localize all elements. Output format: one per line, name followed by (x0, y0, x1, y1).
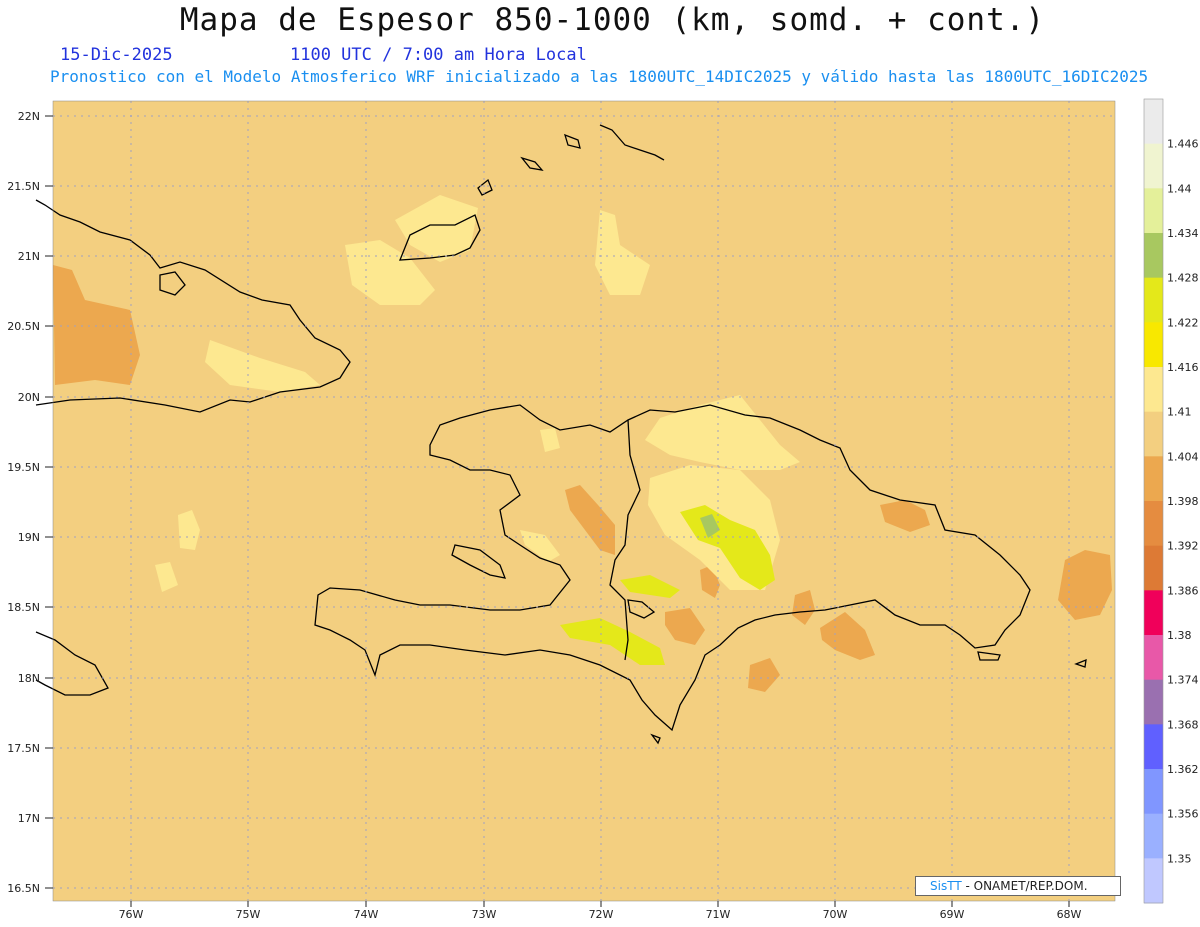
lat-tick: 16.5N (7, 882, 53, 895)
colorbar-label: 1.356 (1167, 808, 1199, 821)
colorbar-label: 1.362 (1167, 763, 1199, 776)
colorbar-swatch (1144, 635, 1163, 681)
colorbar-swatch (1144, 322, 1163, 368)
lon-tick: 68W (1057, 901, 1082, 921)
lat-label: 18N (18, 672, 40, 685)
lon-label: 71W (706, 908, 731, 921)
colorbar-swatch (1144, 679, 1163, 725)
lon-tick: 74W (354, 901, 379, 921)
lat-label: 18.5N (7, 601, 40, 614)
lat-tick: 18.5N (7, 601, 53, 614)
colorbar-swatch (1144, 501, 1163, 547)
colorbar-label: 1.35 (1167, 852, 1192, 865)
credit-text: - ONAMET/REP.DOM. (965, 879, 1088, 893)
credit-box: SisTT - ONAMET/REP.DOM. (915, 876, 1121, 896)
lat-tick: 19N (18, 531, 53, 544)
lon-label: 69W (940, 908, 965, 921)
colorbar-swatch (1144, 411, 1163, 457)
colorbar-label: 1.446 (1167, 138, 1199, 151)
lat-tick: 17.5N (7, 742, 53, 755)
lat-label: 17N (18, 812, 40, 825)
lon-label: 68W (1057, 908, 1082, 921)
colorbar-label: 1.392 (1167, 540, 1199, 553)
lat-tick: 18N (18, 672, 53, 685)
colorbar-swatch (1144, 277, 1163, 323)
lon-label: 74W (354, 908, 379, 921)
colorbar-swatch (1144, 858, 1163, 904)
lat-tick: 20.5N (7, 320, 53, 333)
lat-label: 21N (18, 250, 40, 263)
lon-tick: 69W (940, 901, 965, 921)
lon-tick: 70W (823, 901, 848, 921)
lon-tick: 75W (236, 901, 261, 921)
lon-label: 73W (472, 908, 497, 921)
colorbar-label: 1.404 (1167, 450, 1199, 463)
lat-tick: 21.5N (7, 180, 53, 193)
colorbar-swatch (1144, 724, 1163, 770)
lat-label: 16.5N (7, 882, 40, 895)
lon-label: 70W (823, 908, 848, 921)
lat-tick: 22N (18, 110, 53, 123)
colorbar-label: 1.386 (1167, 584, 1199, 597)
colorbar-label: 1.422 (1167, 316, 1199, 329)
lat-label: 22N (18, 110, 40, 123)
lat-label: 17.5N (7, 742, 40, 755)
colorbar-label: 1.44 (1167, 182, 1192, 195)
colorbar-label: 1.374 (1167, 674, 1199, 687)
lon-label: 76W (119, 908, 144, 921)
lat-label: 19.5N (7, 461, 40, 474)
colorbar-swatch (1144, 769, 1163, 815)
lat-axis: 22N 21.5N 21N 20.5N 20N 19.5N 19N 18.5N (7, 110, 53, 895)
colorbar-label: 1.416 (1167, 361, 1199, 374)
colorbar-label: 1.368 (1167, 718, 1199, 731)
lat-label: 20N (18, 391, 40, 404)
lat-label: 20.5N (7, 320, 40, 333)
colorbar-swatch (1144, 188, 1163, 234)
lon-label: 75W (236, 908, 261, 921)
colorbar-label: 1.41 (1167, 406, 1192, 419)
colorbar-swatch (1144, 143, 1163, 189)
colorbar: 1.35 1.356 1.362 1.368 1.374 1.38 1.386 1.392 1.… (1143, 98, 1199, 904)
lat-label: 19N (18, 531, 40, 544)
thickness-map: 22N 21.5N 21N 20.5N 20N 19.5N 19N 18.5N (7, 98, 1199, 921)
colorbar-swatch (1144, 545, 1163, 591)
lat-label: 21.5N (7, 180, 40, 193)
lon-tick: 71W (706, 901, 731, 921)
colorbar-label: 1.434 (1167, 227, 1199, 240)
colorbar-label: 1.38 (1167, 629, 1192, 642)
lat-tick: 21N (18, 250, 53, 263)
colorbar-label: 1.428 (1167, 272, 1199, 285)
lat-tick: 20N (18, 391, 53, 404)
lon-tick: 76W (119, 901, 144, 921)
credit-brand: SisTT (930, 879, 962, 893)
lat-tick: 19.5N (7, 461, 53, 474)
colorbar-swatch (1144, 233, 1163, 279)
colorbar-swatch (1144, 99, 1163, 145)
colorbar-swatch (1144, 590, 1163, 636)
colorbar-swatch (1144, 367, 1163, 413)
lon-tick: 73W (472, 901, 497, 921)
colorbar-swatch (1144, 813, 1163, 859)
lon-axis: 76W 75W 74W 73W 72W 71W 70W 69W 68W (119, 901, 1082, 921)
lon-tick: 72W (589, 901, 614, 921)
colorbar-swatch (1144, 456, 1163, 502)
lon-label: 72W (589, 908, 614, 921)
colorbar-label: 1.398 (1167, 495, 1199, 508)
lat-tick: 17N (18, 812, 53, 825)
